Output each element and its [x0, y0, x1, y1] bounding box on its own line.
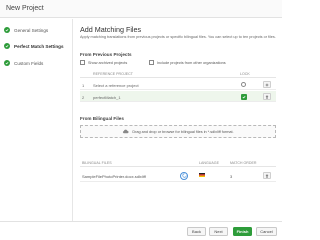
window-title: New Project — [6, 5, 44, 12]
checkmark-icon — [242, 95, 246, 98]
checkbox-label: Include projects from other organization… — [157, 60, 226, 65]
loading-icon — [180, 171, 188, 180]
delete-row-button[interactable] — [263, 93, 271, 100]
lock-radio[interactable] — [241, 82, 246, 87]
column-reference-project: REFERENCE PROJECT — [93, 72, 133, 76]
row-number: 2 — [82, 94, 85, 100]
plus-icon — [265, 83, 269, 86]
trash-icon — [265, 95, 269, 99]
bilingual-files-heading: From Bilingual Files — [80, 116, 124, 121]
trash-icon — [265, 174, 269, 178]
check-circle-icon — [4, 27, 10, 33]
step-perfect-match-settings[interactable]: Perfect Match Settings — [4, 42, 64, 50]
column-language: LANGUAGE — [199, 161, 219, 165]
drop-zone-text: Drag and drop or browse for bilingual fi… — [132, 129, 234, 134]
next-button[interactable]: Next — [209, 227, 228, 236]
title-bar: New Project — [0, 0, 282, 18]
reference-project-name[interactable]: perfectMatch_1 — [93, 95, 121, 100]
table-row[interactable]: SampleFilePhotoPrinter.docx.sdlxliff 3 — [80, 170, 276, 182]
bilingual-file-name: SampleFilePhotoPrinter.docx.sdlxliff — [82, 174, 146, 179]
delete-file-button[interactable] — [263, 172, 271, 179]
finish-button[interactable]: Finish — [233, 227, 252, 236]
checkbox-box[interactable] — [80, 60, 85, 65]
page-title: Add Matching Files — [80, 25, 142, 34]
add-row-button[interactable] — [263, 81, 271, 88]
row-number: 1 — [82, 82, 85, 88]
check-circle-icon — [4, 60, 10, 66]
lock-checkbox[interactable] — [241, 93, 247, 100]
checkbox-box[interactable] — [149, 60, 154, 65]
column-bilingual-files: BILINGUAL FILES — [82, 161, 112, 165]
previous-projects-heading: From Previous Projects — [80, 52, 132, 57]
german-flag-icon — [199, 173, 205, 177]
back-button[interactable]: Back — [187, 227, 206, 236]
main-panel: Add Matching Files Apply matching transl… — [74, 19, 282, 221]
column-lock: LOCK — [240, 72, 250, 76]
wizard-footer: Back Next Finish Cancel — [0, 221, 282, 240]
show-archived-checkbox[interactable]: Show archived projects — [80, 60, 127, 65]
match-order-value[interactable]: 3 — [230, 174, 232, 179]
cancel-button[interactable]: Cancel — [256, 227, 277, 236]
wizard-steps-sidebar: General Settings Perfect Match Settings … — [0, 19, 73, 221]
column-match-order: MATCH ORDER — [230, 161, 257, 165]
step-label: General Settings — [14, 27, 49, 33]
step-general-settings[interactable]: General Settings — [4, 26, 48, 34]
check-circle-icon — [4, 43, 10, 49]
reference-project-select[interactable]: Select a reference project — [93, 83, 139, 88]
table-row[interactable]: 2 perfectMatch_1 — [80, 91, 276, 102]
bilingual-drop-zone[interactable]: Drag and drop or browse for bilingual fi… — [80, 125, 276, 138]
include-other-orgs-checkbox[interactable]: Include projects from other organization… — [149, 60, 226, 65]
checkbox-label: Show archived projects — [88, 60, 128, 65]
table-row[interactable]: 1 Select a reference project — [80, 79, 276, 90]
bilingual-table-header: BILINGUAL FILES LANGUAGE MATCH ORDER — [80, 159, 276, 167]
reference-table-header: REFERENCE PROJECT LOCK — [80, 70, 276, 78]
step-custom-fields[interactable]: Custom Fields — [4, 59, 43, 67]
page-description: Apply matching translations from previou… — [80, 35, 276, 39]
step-label: Perfect Match Settings — [14, 43, 64, 49]
step-label: Custom Fields — [14, 60, 44, 66]
cloud-upload-icon — [123, 129, 129, 134]
